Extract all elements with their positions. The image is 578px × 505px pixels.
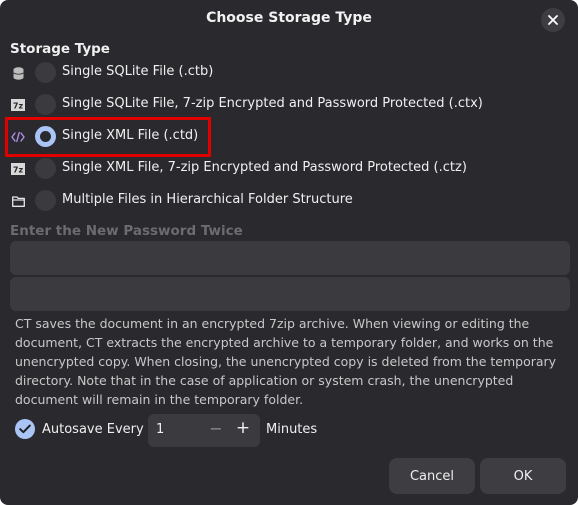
radio-button[interactable] (35, 158, 56, 179)
spinner-value[interactable]: 1 (156, 422, 164, 437)
radio-button[interactable] (35, 190, 56, 211)
cancel-button[interactable]: Cancel (389, 458, 475, 494)
autosave-label: Autosave Every (42, 422, 144, 437)
storage-type-label: Storage Type (10, 41, 110, 57)
autosave-checkbox[interactable] (15, 419, 35, 439)
option-label: Single SQLite File (.ctb) (62, 64, 214, 79)
encryption-description: CT saves the document in an encrypted 7z… (15, 316, 557, 407)
autosave-minutes-spinner[interactable]: 1 − + (148, 414, 260, 447)
svg-text:7z: 7z (13, 102, 24, 111)
increment-button[interactable]: + (233, 418, 253, 440)
selection-highlight (5, 117, 211, 157)
storage-option-multiple-files[interactable]: Multiple Files in Hierarchical Folder St… (0, 189, 578, 213)
choose-storage-type-dialog: Choose Storage Type Storage Type Single … (0, 0, 578, 505)
svg-text:7z: 7z (13, 166, 24, 175)
password-field[interactable] (10, 241, 570, 275)
storage-option-sqlite-encrypted[interactable]: 7z Single SQLite File, 7-zip Encrypted a… (0, 93, 578, 117)
option-label: Single XML File, 7-zip Encrypted and Pas… (62, 160, 467, 175)
storage-option-xml-encrypted[interactable]: 7z Single XML File, 7-zip Encrypted and … (0, 157, 578, 181)
radio-button[interactable] (35, 94, 56, 115)
7zip-icon: 7z (11, 162, 25, 176)
checkmark-icon (19, 424, 31, 434)
option-label: Multiple Files in Hierarchical Folder St… (62, 192, 353, 207)
storage-option-sqlite[interactable]: Single SQLite File (.ctb) (0, 61, 578, 85)
radio-button[interactable] (35, 62, 56, 83)
folder-icon (11, 194, 25, 208)
password-confirm-field[interactable] (10, 277, 570, 311)
minutes-label: Minutes (266, 422, 318, 437)
close-icon (548, 15, 558, 25)
dialog-title: Choose Storage Type (206, 10, 372, 26)
close-button[interactable] (541, 8, 565, 32)
database-icon (11, 66, 25, 80)
option-label: Single SQLite File, 7-zip Encrypted and … (62, 96, 483, 111)
ok-button[interactable]: OK (480, 458, 566, 494)
7zip-icon: 7z (11, 98, 25, 112)
password-label: Enter the New Password Twice (10, 223, 243, 239)
decrement-button[interactable]: − (206, 419, 226, 441)
